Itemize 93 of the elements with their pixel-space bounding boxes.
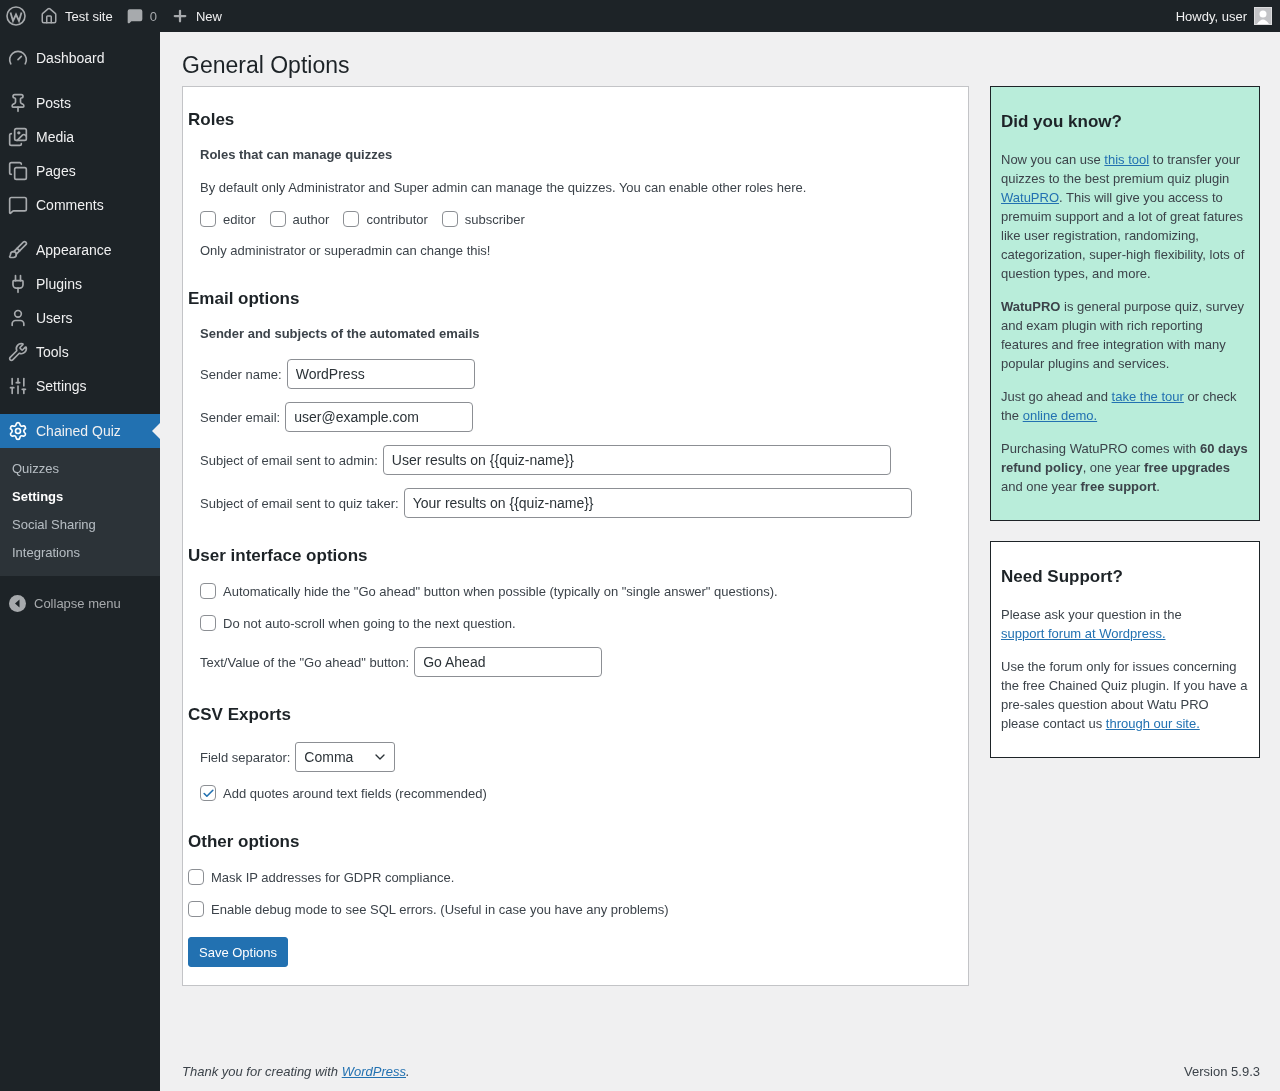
info-paragraph: Now you can use this tool to transfer your quizzes to the best premium quiz plugin WatuPRO. This will give you access to premuim support and a lot of great fatures like user registration, randomizing, categorization, super-high flexibility, lots of question types, and more. (1001, 151, 1246, 283)
menu-item[interactable]: Chained Quiz (0, 414, 160, 448)
checkbox-label: Enable debug mode to see SQL errors. (Useful in case you have any problems) (211, 901, 669, 917)
box-heading: Need Support? (1001, 567, 1124, 587)
sliders-icon (8, 376, 28, 396)
field-label: Subject of email sent to quiz taker: (200, 495, 399, 511)
account-link[interactable]: Howdy, user (1175, 7, 1272, 25)
pin-icon (8, 93, 28, 113)
menu-item[interactable]: Media (0, 120, 160, 154)
text-link[interactable]: this tool (1104, 152, 1150, 167)
text-field[interactable]: Your results on {{quiz-name}} (403, 488, 912, 518)
checkbox[interactable] (441, 211, 458, 227)
checkbox[interactable] (269, 211, 286, 227)
text-field[interactable]: Go Ahead (414, 647, 603, 677)
avatar-icon (1254, 7, 1272, 25)
subheading: Roles that can manage quizzes (200, 147, 394, 162)
menu-item[interactable]: Dashboard (0, 41, 160, 75)
checkbox[interactable] (200, 583, 216, 599)
checkbox[interactable] (200, 785, 216, 801)
info-paragraph: Just go ahead and take the tour or check the online demo. (1001, 388, 1238, 425)
save-options-button[interactable]: Save Options (188, 937, 289, 967)
user-icon (8, 308, 28, 328)
checkbox-label: Automatically hide the "Go ahead" button when possible (typically on "single answer" questions). (223, 583, 778, 599)
version-text: Version 5.9.3 (1184, 1064, 1260, 1079)
wordpress-logo-icon[interactable] (6, 6, 26, 26)
text-link[interactable]: WordPress (341, 1064, 406, 1079)
field-label: Field separator: (200, 749, 291, 765)
pages-icon (8, 161, 28, 181)
checkbox-label: editor (223, 211, 256, 227)
checkbox[interactable] (200, 615, 216, 631)
checkbox-label: Add quotes around text fields (recommended) (223, 785, 487, 801)
field-label: Sender name: (200, 366, 282, 382)
text-link[interactable]: through our site. (1105, 716, 1200, 731)
text-field[interactable]: WordPress (286, 359, 475, 389)
field-label: Sender email: (200, 409, 281, 425)
info-paragraph: Use the forum only for issues concerning the free Chained Quiz plugin. If you have a pre-sales question about Watu PRO please contact us through our site. (1001, 658, 1249, 733)
menu-item[interactable]: Users (0, 301, 160, 335)
section-heading: Other options (188, 832, 301, 852)
submenu-item[interactable]: Settings (0, 483, 160, 511)
submenu-item[interactable]: Social Sharing (0, 511, 160, 539)
section-heading: User interface options (188, 546, 369, 566)
field-label: Text/Value of the "Go ahead" button: (200, 654, 410, 670)
checkbox[interactable] (188, 869, 204, 885)
speech-bubble-icon (126, 8, 143, 24)
text-link[interactable]: support forum at Wordpress. (1001, 626, 1166, 641)
info-paragraph: Please ask your question in the support forum at Wordpress. (1001, 606, 1183, 643)
separator-dropdown[interactable]: Comma (295, 742, 396, 772)
info-paragraph: WatuPRO is general purpose quiz, survey and exam plugin with rich reporting features and free integration with many popular plugins and services. (1001, 298, 1245, 373)
checkbox-label: Do not auto-scroll when going to the next question. (223, 615, 516, 631)
collapse-menu-button[interactable]: Collapse menu (0, 587, 160, 620)
box-heading: Did you know? (1001, 112, 1123, 132)
submenu-item[interactable]: Quizzes (0, 455, 160, 483)
menu-item[interactable]: Appearance (0, 233, 160, 267)
new-link[interactable]: New (170, 7, 222, 25)
checkbox-label: Mask IP addresses for GDPR compliance. (211, 869, 455, 885)
section-heading: Email options (188, 289, 301, 309)
menu-item[interactable]: Posts (0, 86, 160, 120)
menu-item[interactable]: Comments (0, 188, 160, 222)
text-link[interactable]: take the tour (1111, 389, 1184, 404)
info-paragraph: Purchasing WatuPRO comes with 60 days refund policy, one year free upgrades and one year free support. (1001, 440, 1249, 496)
menu-item[interactable]: Settings (0, 369, 160, 403)
checkbox[interactable] (188, 901, 204, 917)
checkbox-label: contributor (366, 211, 428, 227)
gauge-icon (8, 48, 28, 68)
brush-icon (8, 240, 28, 260)
menu-item[interactable]: Tools (0, 335, 160, 369)
help-text: By default only Administrator and Super admin can manage the quizzes. You can enable other roles here. (200, 180, 808, 195)
section-heading: Roles (188, 110, 236, 130)
checkbox-label: author (292, 211, 330, 227)
field-label: Subject of email sent to admin: (200, 452, 378, 468)
submenu-item[interactable]: Integrations (0, 539, 160, 567)
subheading: Sender and subjects of the automated emails (200, 326, 481, 341)
footer-thanks: Thank you for creating with WordPress. (182, 1064, 410, 1079)
text-field[interactable]: User results on {{quiz-name}} (382, 445, 891, 475)
help-text: Only administrator or superadmin can change this! (200, 243, 492, 258)
collapse-icon (9, 595, 26, 612)
page-title: General Options (182, 52, 351, 79)
text-link[interactable]: online demo. (1022, 408, 1098, 423)
speech-bubble-icon (8, 195, 28, 215)
menu-item[interactable]: Plugins (0, 267, 160, 301)
checkbox[interactable] (200, 211, 216, 227)
menu-item[interactable]: Pages (0, 154, 160, 188)
wrench-icon (8, 342, 28, 362)
checkbox[interactable] (343, 211, 360, 227)
site-name-link[interactable]: Test site (40, 7, 113, 25)
home-icon (40, 7, 58, 25)
comments-link[interactable]: 0 (126, 8, 157, 24)
images-icon (8, 127, 28, 147)
text-link[interactable]: WatuPRO (1001, 190, 1060, 205)
checkbox-label: subscriber (464, 211, 525, 227)
section-heading: CSV Exports (188, 705, 292, 725)
settings-icon (8, 421, 28, 441)
text-field[interactable]: user@example.com (285, 402, 474, 432)
